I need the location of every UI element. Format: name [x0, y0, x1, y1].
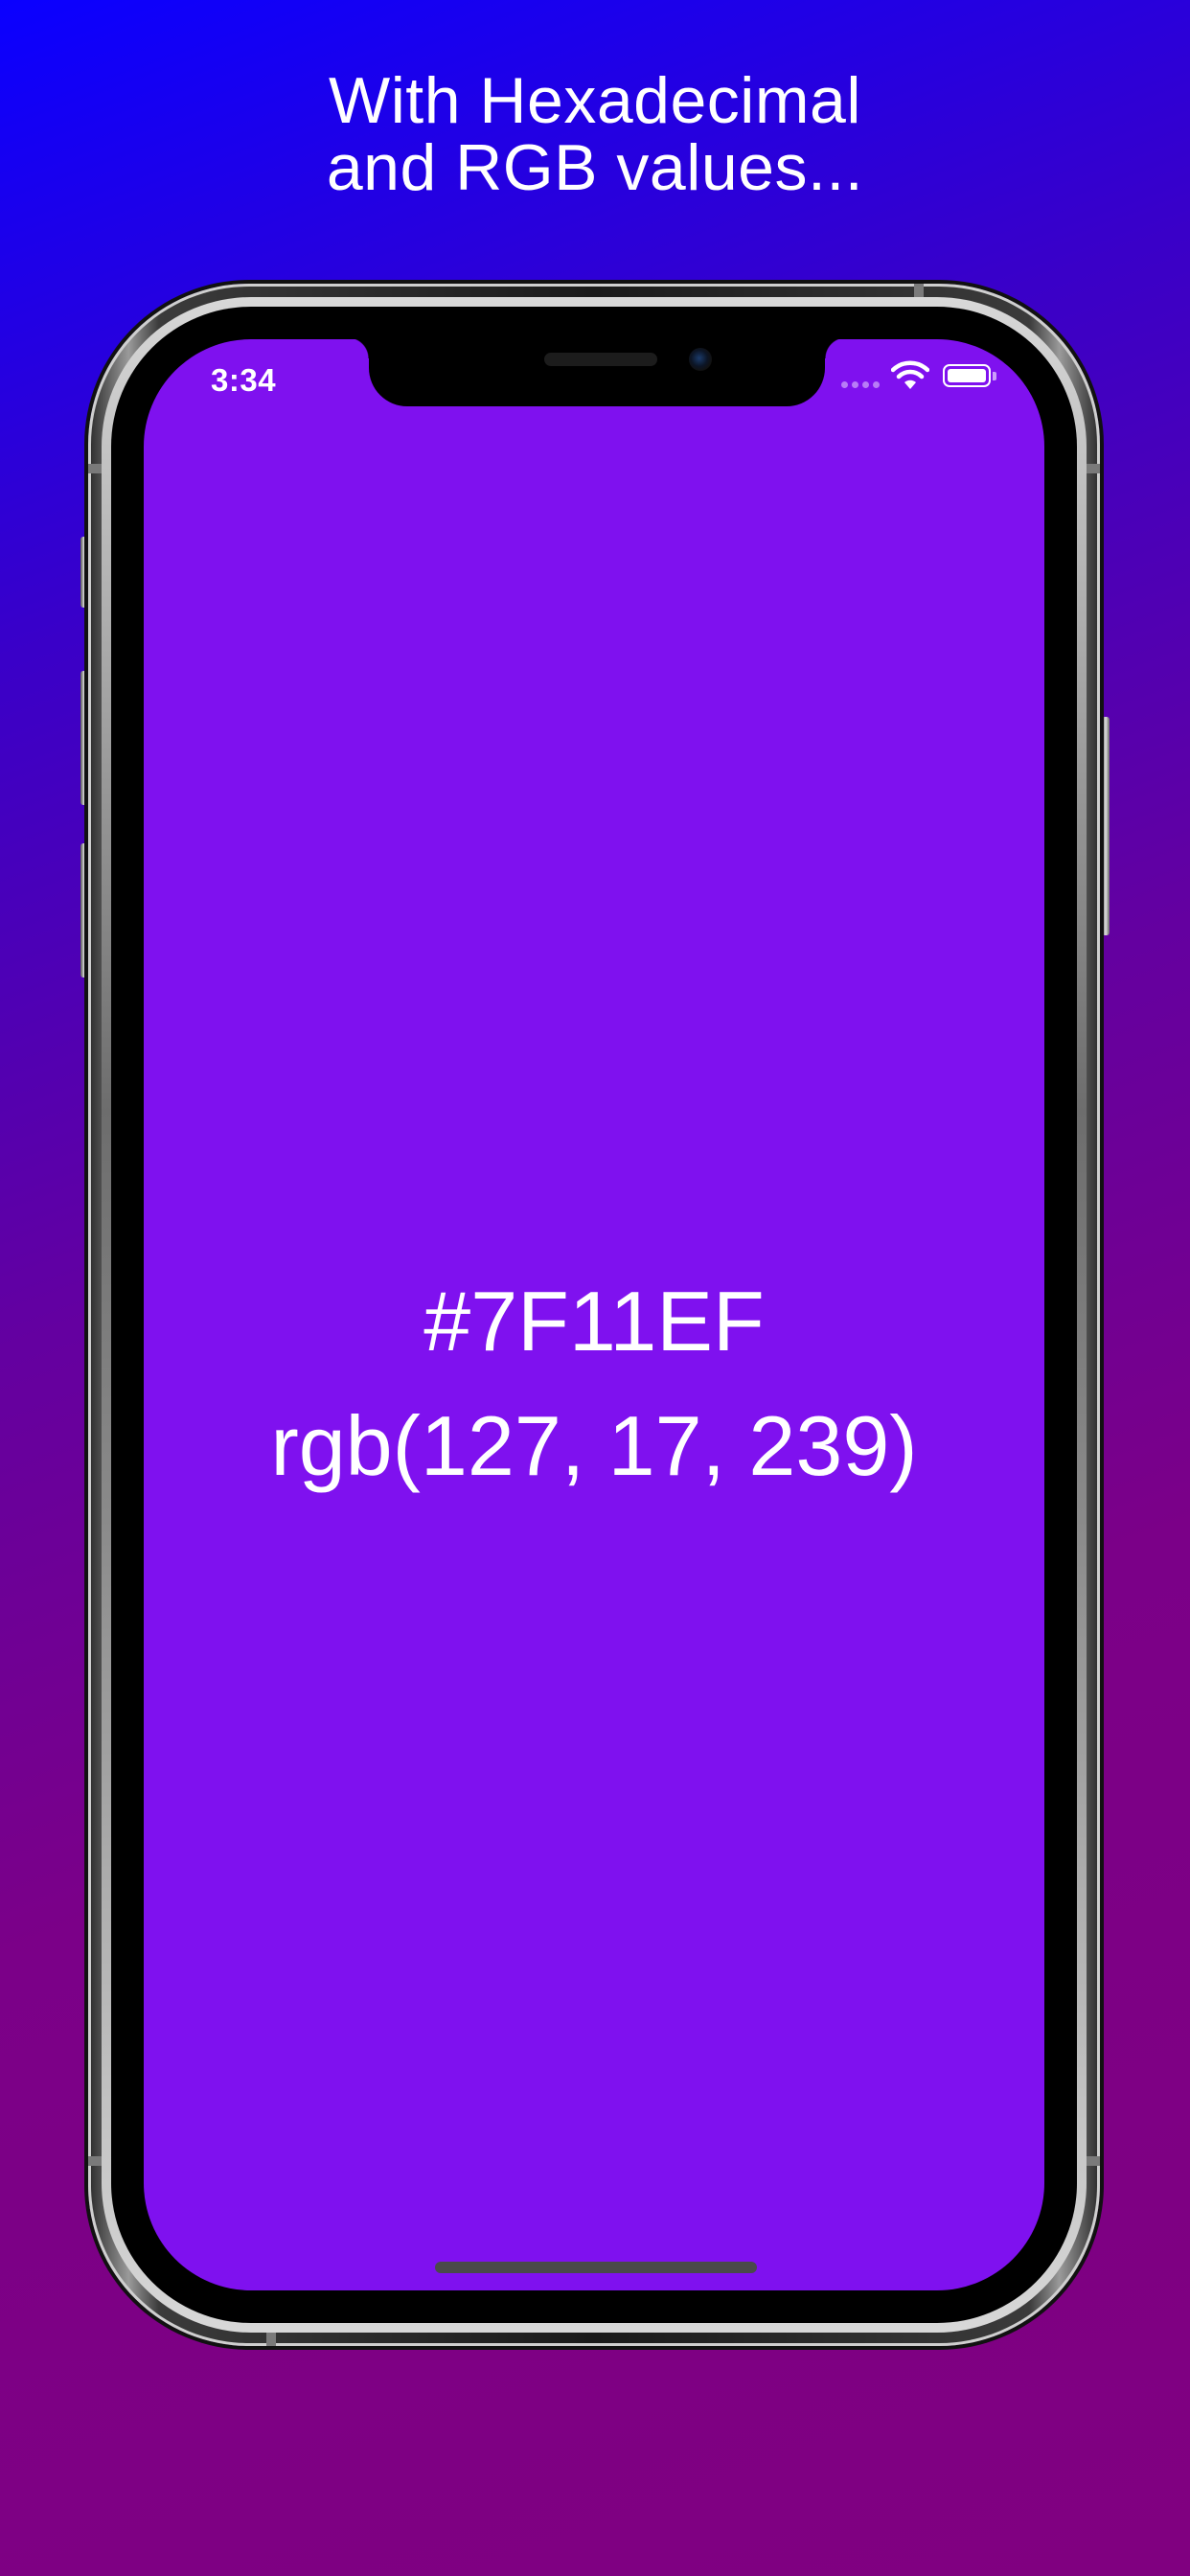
antenna-band: [88, 2156, 102, 2166]
antenna-band: [1087, 464, 1100, 473]
volume-up-button: [80, 671, 88, 805]
earpiece-speaker: [544, 353, 657, 366]
rgb-value: rgb(127, 17, 239): [270, 1398, 918, 1493]
phone-frame: 3:34 #7F11EF rgb(127, 17, 239): [88, 284, 1100, 2346]
wifi-icon: [891, 360, 929, 389]
antenna-band: [914, 284, 924, 297]
hex-value: #7F11EF: [423, 1274, 765, 1368]
color-values: #7F11EF rgb(127, 17, 239): [144, 1259, 1044, 1508]
notch: [348, 339, 846, 406]
headline-line-2: and RGB values...: [326, 131, 864, 204]
headline-line-1: With Hexadecimal: [329, 64, 861, 137]
antenna-band: [266, 2333, 276, 2346]
volume-down-button: [80, 843, 88, 978]
headline: With Hexadecimal and RGB values...: [0, 67, 1190, 201]
status-time: 3:34: [211, 362, 277, 398]
battery-icon: [943, 364, 998, 389]
signal-dots-icon: [841, 381, 883, 389]
antenna-band: [1087, 2156, 1100, 2166]
silent-switch: [80, 537, 88, 608]
antenna-band: [88, 464, 102, 473]
phone-screen[interactable]: 3:34 #7F11EF rgb(127, 17, 239): [144, 339, 1044, 2290]
power-button: [1102, 717, 1110, 935]
home-indicator[interactable]: [435, 2262, 757, 2273]
front-camera-icon: [689, 348, 712, 371]
